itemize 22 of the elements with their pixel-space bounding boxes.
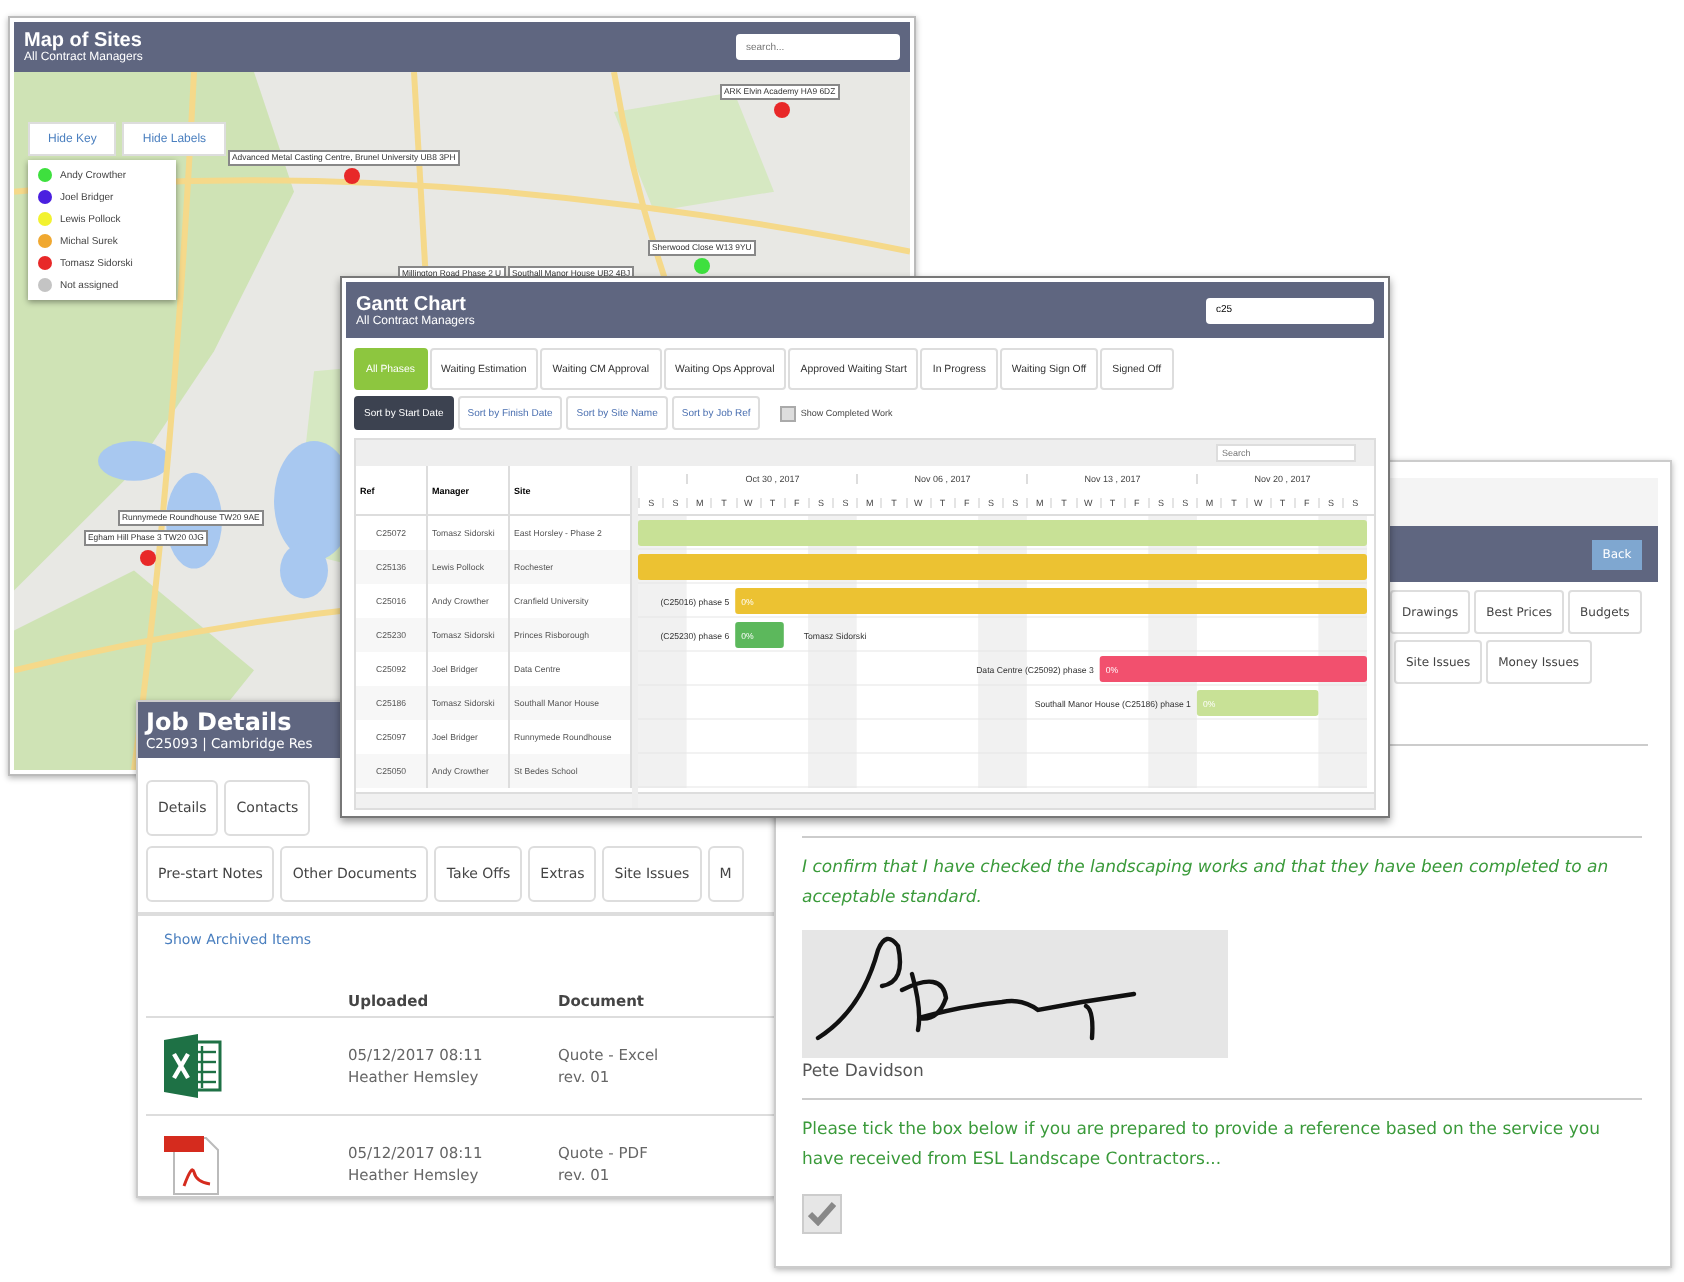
- site-marker[interactable]: [140, 550, 156, 566]
- checkbox[interactable]: [780, 405, 797, 421]
- window-title: Gantt Chart: [356, 293, 468, 315]
- gantt-bar[interactable]: [638, 554, 1367, 580]
- gantt-bar[interactable]: [735, 622, 784, 648]
- window-title: Map of Sites: [24, 30, 142, 52]
- site-marker[interactable]: [694, 258, 710, 274]
- checkbox[interactable]: [802, 1194, 842, 1234]
- gantt-bar[interactable]: [735, 588, 1367, 614]
- scrollbar[interactable]: [356, 792, 632, 808]
- scrollbar[interactable]: [638, 792, 1374, 808]
- confirmation-text: I confirm that I have checked the landscaping works and that they have been completed to an acceptable standard.: [802, 856, 1611, 912]
- site-marker[interactable]: [774, 102, 790, 118]
- spreadsheet-file-icon[interactable]: [162, 1034, 222, 1098]
- gantt-bar[interactable]: [1099, 656, 1367, 682]
- signatory-name: Pete Davidson: [802, 1062, 926, 1082]
- pdf-file-icon[interactable]: [162, 1132, 222, 1196]
- reference-prompt: Please tick the box below if you are prepared to provide a reference based on the service you have received from ESL Landscape Contractors...: [802, 1118, 1602, 1174]
- gantt-bar[interactable]: [1196, 690, 1319, 716]
- window-title: Job Details: [146, 708, 294, 736]
- gantt-bar[interactable]: [638, 520, 1367, 546]
- site-marker[interactable]: [344, 168, 360, 184]
